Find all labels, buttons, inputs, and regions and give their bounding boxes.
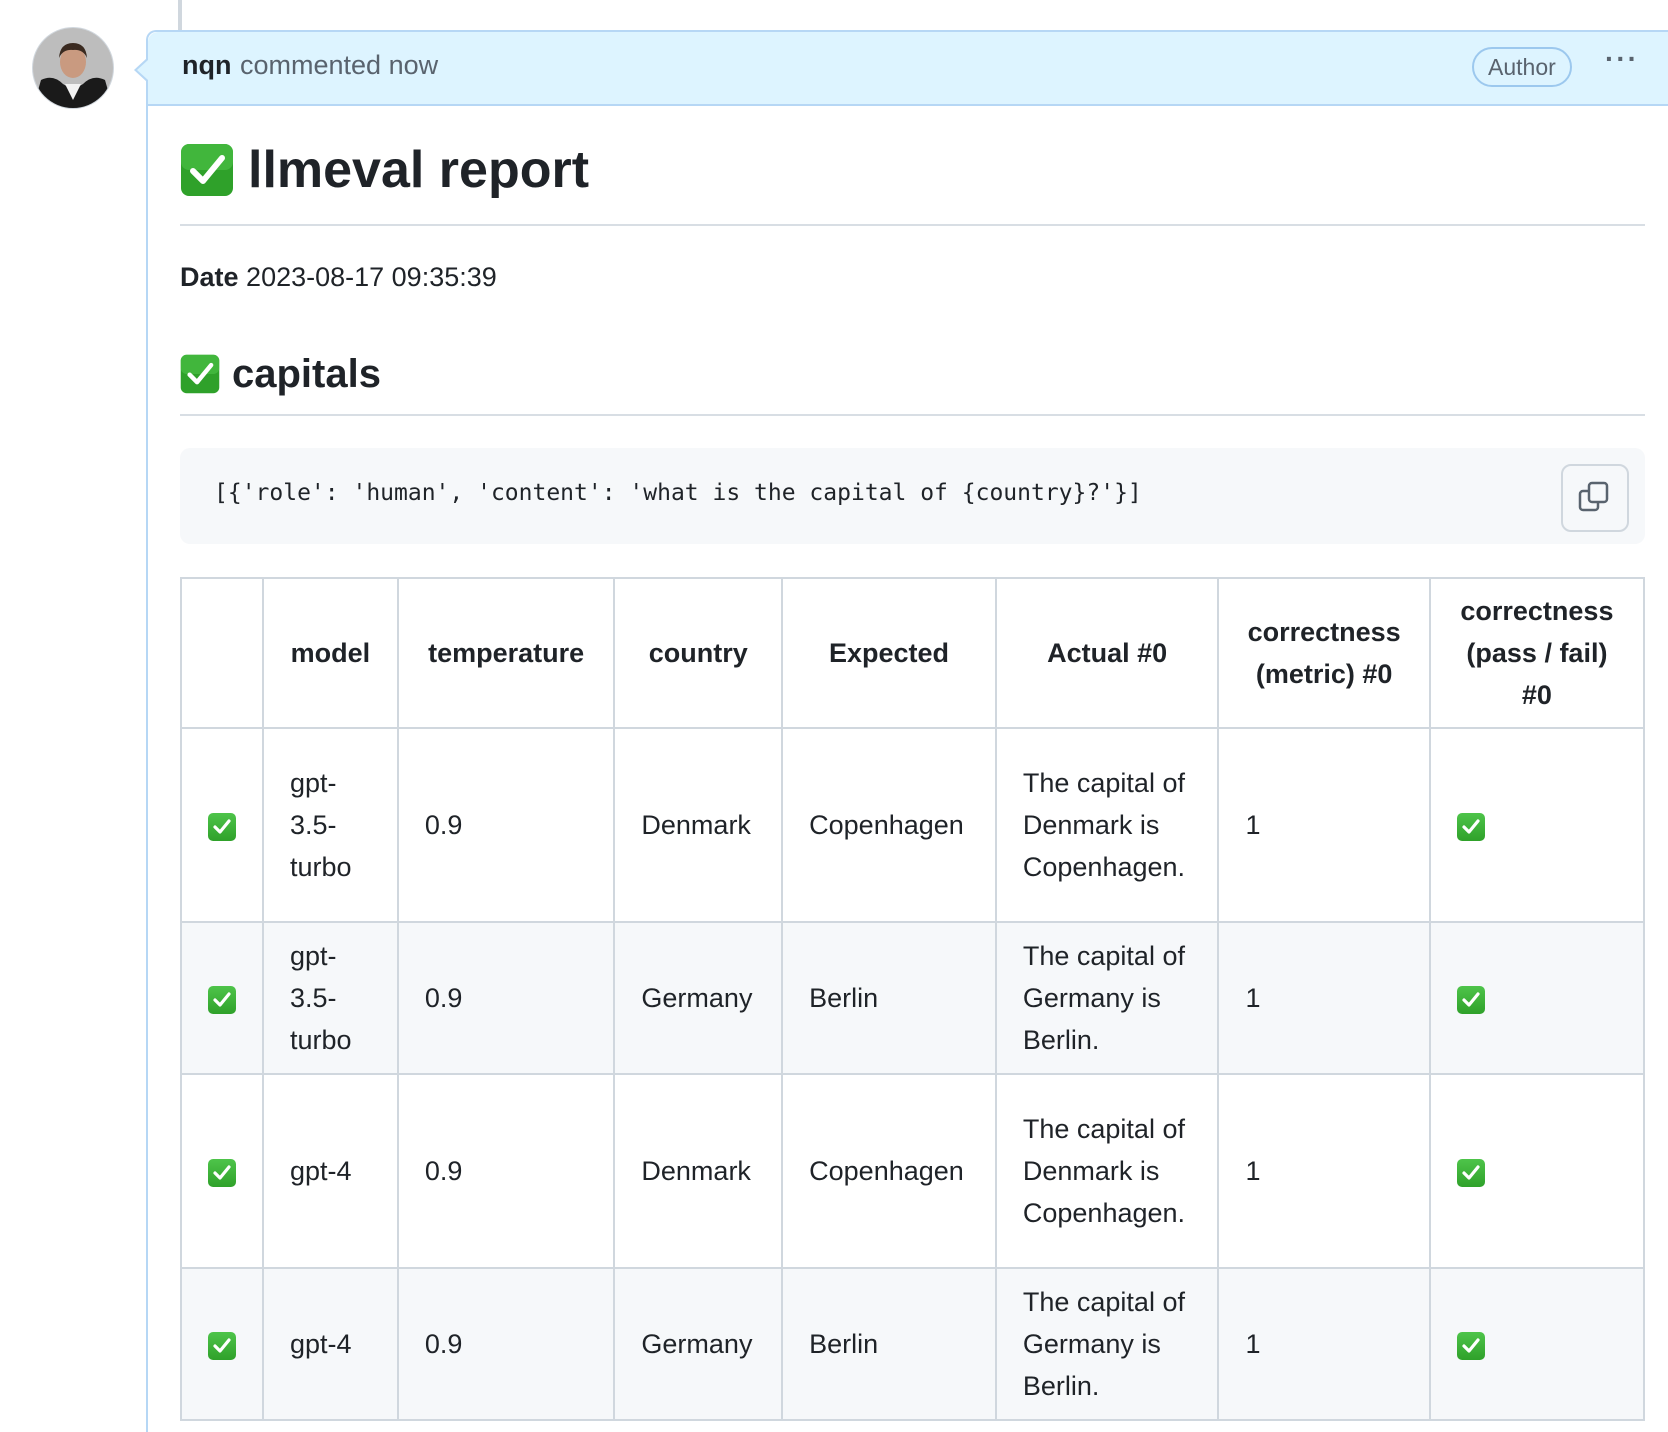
author-badge: Author: [1472, 47, 1572, 87]
table-row: gpt-4 0.9 Germany Berlin The capital of …: [180, 1267, 1646, 1421]
expected-cell: Copenhagen: [781, 1073, 997, 1269]
expected-cell: Berlin: [781, 921, 997, 1075]
prompt-code-block[interactable]: [{'role': 'human', 'content': 'what is t…: [180, 448, 1645, 544]
country-cell: Denmark: [613, 727, 784, 923]
metric-cell: 1: [1217, 1073, 1431, 1269]
pass-cell: [1428, 921, 1646, 1075]
table-row: gpt-4 0.9 Denmark Copenhagen The capital…: [180, 1073, 1646, 1269]
check-mark-icon: [208, 812, 236, 841]
country-cell: Germany: [613, 921, 784, 1075]
actual-cell: The capital of Denmark is Copenhagen.: [994, 727, 1220, 923]
header-country: country: [613, 577, 784, 729]
check-mark-icon: [1456, 1331, 1485, 1360]
check-mark-icon: [1456, 812, 1485, 841]
header-actual: Actual #0: [994, 577, 1220, 729]
date-value: 2023-08-17 09:35:39: [246, 262, 497, 292]
timeline-line: [178, 0, 182, 30]
model-cell: gpt-3.5-turbo: [262, 921, 399, 1075]
header-expected: Expected: [781, 577, 997, 729]
temperature-cell: 0.9: [396, 727, 616, 923]
avatar-image: [33, 28, 113, 108]
results-table: model temperature country Expected Actua…: [180, 577, 1646, 1421]
header-model: model: [262, 577, 399, 729]
actual-cell: The capital of Germany is Berlin.: [994, 1267, 1220, 1421]
temperature-cell: 0.9: [396, 1267, 616, 1421]
comment-header: nqn commented now Author ···: [148, 32, 1668, 106]
header-pass: correctness (pass / fail) #0: [1428, 577, 1646, 729]
report-title: llmeval report: [248, 141, 590, 199]
header-status: [180, 577, 264, 729]
temperature-cell: 0.9: [396, 921, 616, 1075]
status-cell: [180, 921, 264, 1075]
check-mark-icon: [180, 143, 234, 202]
expected-cell: Berlin: [781, 1267, 997, 1421]
status-cell: [180, 727, 264, 923]
check-mark-icon: [1456, 1158, 1485, 1187]
check-mark-icon: [1456, 985, 1485, 1014]
pass-cell: [1428, 1073, 1646, 1269]
report-heading: llmeval report: [180, 140, 1645, 226]
actual-cell: The capital of Denmark is Copenhagen.: [994, 1073, 1220, 1269]
header-metric: correctness (metric) #0: [1217, 577, 1431, 729]
model-cell: gpt-3.5-turbo: [262, 727, 399, 923]
section-title: capitals: [232, 352, 381, 396]
model-cell: gpt-4: [262, 1267, 399, 1421]
comment-action: commented now: [240, 50, 439, 80]
copy-button[interactable]: [1561, 464, 1629, 532]
table-row: gpt-3.5-turbo 0.9 Germany Berlin The cap…: [180, 921, 1646, 1075]
country-cell: Germany: [613, 1267, 784, 1421]
status-cell: [180, 1267, 264, 1421]
author-name[interactable]: nqn: [182, 50, 231, 81]
metric-cell: 1: [1217, 921, 1431, 1075]
comment-caret-inner: [137, 60, 148, 80]
pass-cell: [1428, 727, 1646, 923]
check-mark-icon: [208, 1158, 236, 1187]
temperature-cell: 0.9: [396, 1073, 616, 1269]
report-date: Date 2023-08-17 09:35:39: [180, 262, 497, 293]
kebab-horizontal-icon[interactable]: ···: [1600, 45, 1644, 82]
country-cell: Denmark: [613, 1073, 784, 1269]
check-mark-icon: [208, 1331, 236, 1360]
header-temperature: temperature: [396, 577, 616, 729]
status-cell: [180, 1073, 264, 1269]
metric-cell: 1: [1217, 1267, 1431, 1421]
date-label: Date: [180, 262, 239, 292]
check-mark-icon: [180, 354, 220, 399]
model-cell: gpt-4: [262, 1073, 399, 1269]
section-heading: capitals: [180, 352, 1645, 416]
metric-cell: 1: [1217, 727, 1431, 923]
table-header-row: model temperature country Expected Actua…: [180, 577, 1646, 729]
avatar[interactable]: [33, 28, 113, 108]
table-row: gpt-3.5-turbo 0.9 Denmark Copenhagen The…: [180, 727, 1646, 923]
check-mark-icon: [208, 985, 236, 1014]
pass-cell: [1428, 1267, 1646, 1421]
copy-icon: [1578, 481, 1609, 512]
actual-cell: The capital of Germany is Berlin.: [994, 921, 1220, 1075]
prompt-code[interactable]: [{'role': 'human', 'content': 'what is t…: [214, 480, 1142, 506]
expected-cell: Copenhagen: [781, 727, 997, 923]
